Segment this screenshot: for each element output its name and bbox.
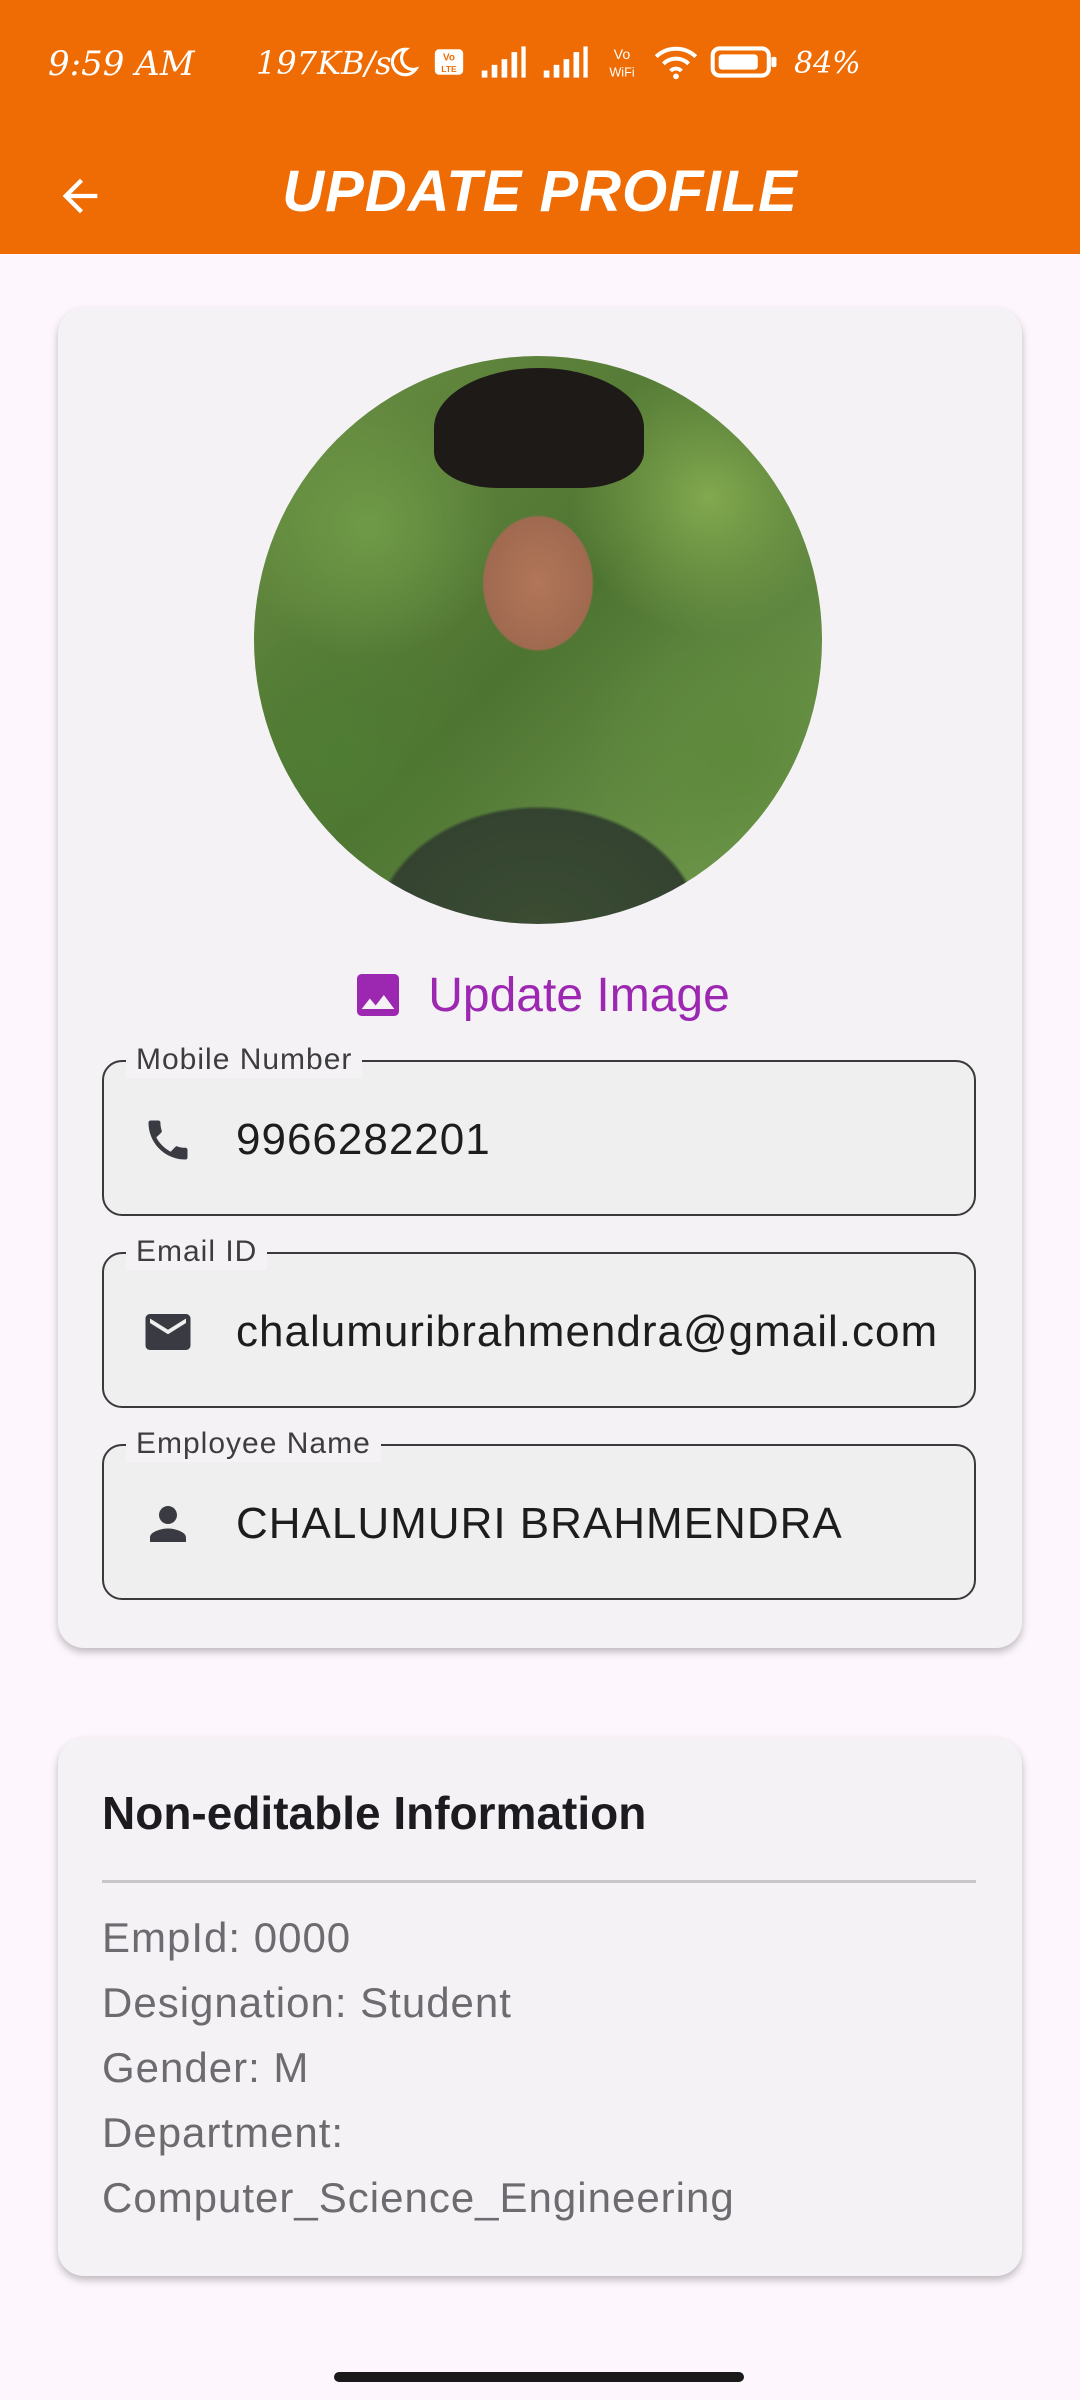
svg-text:Vo: Vo	[614, 47, 631, 63]
person-icon	[140, 1496, 196, 1552]
battery-percent: 84%	[794, 46, 861, 81]
employee-name-input[interactable]	[236, 1492, 952, 1556]
home-indicator[interactable]	[334, 2372, 744, 2382]
non-editable-card: Non-editable Information EmpId: 0000 Des…	[58, 1738, 1022, 2276]
avatar-photo	[434, 368, 644, 488]
status-bar: 9:59 AM 197KB/s Vo LTE Vo WiFi 84%	[0, 0, 1080, 130]
svg-text:LTE: LTE	[441, 64, 457, 74]
employee-name-label: Employee Name	[126, 1426, 381, 1462]
mail-icon	[140, 1304, 196, 1360]
department-value: Computer_Science_Engineering	[102, 2174, 735, 2221]
update-image-label: Update Image	[428, 968, 730, 1022]
phone-icon	[140, 1112, 196, 1168]
gender-text: Gender: M	[102, 2044, 310, 2091]
email-field: Email ID	[102, 1234, 976, 1408]
mobile-number-input[interactable]	[236, 1108, 952, 1172]
wifi-icon	[654, 46, 698, 80]
image-icon	[357, 974, 400, 1016]
section-title: Non-editable Information	[102, 1787, 647, 1839]
status-time: 9:59 AM	[48, 44, 195, 84]
vowifi-icon: Vo WiFi	[609, 47, 634, 79]
employee-name-field: Employee Name	[102, 1426, 976, 1600]
department-label: Department:	[102, 2109, 345, 2156]
mobile-number-label: Mobile Number	[126, 1042, 363, 1078]
avatar[interactable]	[254, 356, 822, 924]
email-label: Email ID	[126, 1234, 268, 1270]
page-title: UPDATE PROFILE	[282, 159, 798, 224]
network-speed: 197KB/s	[256, 44, 392, 82]
moon-icon	[390, 47, 420, 77]
status-icons: Vo LTE Vo WiFi	[386, 42, 780, 82]
profile-card: Update Image Mobile Number Email ID Empl…	[58, 308, 1022, 1648]
signal-icon	[543, 46, 588, 78]
email-input[interactable]	[236, 1300, 952, 1364]
volte-icon: VoLTE	[434, 49, 464, 75]
designation-text: Designation: Student	[102, 1979, 512, 2026]
mobile-number-field: Mobile Number	[102, 1042, 976, 1216]
signal-icon	[481, 46, 526, 78]
back-button[interactable]	[44, 160, 116, 232]
divider	[102, 1880, 976, 1883]
arrow-left-icon	[62, 178, 98, 214]
app-bar: UPDATE PROFILE	[0, 130, 1080, 254]
svg-text:WiFi: WiFi	[609, 65, 634, 79]
svg-text:Vo: Vo	[443, 53, 455, 64]
battery-icon	[710, 46, 777, 78]
update-image-button[interactable]: Update Image	[58, 960, 1022, 1030]
empid-text: EmpId: 0000	[102, 1914, 352, 1961]
